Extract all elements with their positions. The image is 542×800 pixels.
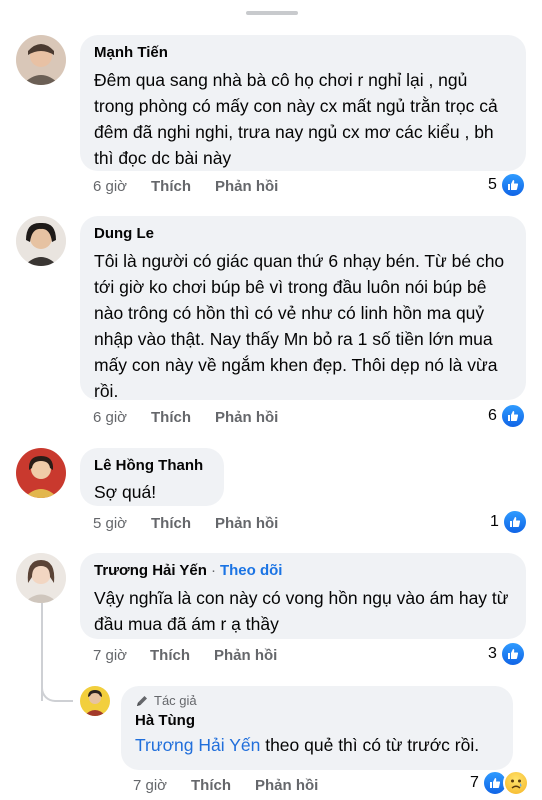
reply-button[interactable]: Phản hồi — [255, 776, 318, 796]
author-badge: Tác giả — [135, 693, 499, 709]
comment-author[interactable]: Mạnh Tiến — [94, 43, 512, 63]
comment-author[interactable]: Lê Hồng Thanh — [94, 456, 210, 476]
avatar[interactable] — [16, 216, 66, 266]
like-button[interactable]: Thích — [151, 177, 191, 197]
reply-button[interactable]: Phản hồi — [215, 514, 278, 534]
follow-button[interactable]: Theo dõi — [220, 562, 283, 579]
like-button[interactable]: Thích — [150, 646, 190, 666]
reply-text: Trương Hải Yến theo quẻ thì có từ trước … — [135, 732, 499, 758]
sad-icon — [502, 770, 529, 796]
avatar[interactable] — [80, 686, 110, 716]
author-badge-label: Tác giả — [154, 693, 197, 708]
reaction-summary[interactable]: 1 — [490, 509, 528, 535]
sheet-grabber[interactable] — [246, 11, 298, 15]
mention-link[interactable]: Trương Hải Yến — [135, 735, 260, 755]
like-icon — [499, 172, 526, 198]
comment-author[interactable]: Dung Le — [94, 224, 512, 244]
comment-author-row: Trương Hải Yến · Theo dõi — [94, 561, 512, 581]
like-button[interactable]: Thích — [151, 408, 191, 428]
reaction-count: 1 — [490, 513, 499, 530]
like-icon — [499, 403, 526, 429]
comment-bubble: Trương Hải Yến · Theo dõi Vậy nghĩa là con… — [80, 553, 526, 639]
avatar[interactable] — [16, 35, 66, 85]
comment-time[interactable]: 6 giờ — [93, 408, 127, 428]
reaction-summary[interactable]: 7 — [470, 770, 529, 796]
comment-bubble: Mạnh Tiến Đêm qua sang nhà bà cô họ chơi… — [80, 35, 526, 171]
reaction-count: 7 — [470, 774, 479, 791]
reply-button[interactable]: Phản hồi — [215, 408, 278, 428]
comment-text: Vậy nghĩa là con này có vong hồn ngụ vào… — [94, 588, 509, 634]
like-icon — [499, 641, 526, 667]
reaction-summary[interactable]: 5 — [488, 172, 526, 198]
reaction-count: 6 — [488, 407, 497, 424]
comment-bubble: Lê Hồng Thanh Sợ quá! — [80, 448, 224, 506]
reply-author[interactable]: Hà Tùng — [135, 711, 499, 731]
reaction-count: 5 — [488, 176, 497, 193]
comment-text: Sợ quá! — [94, 482, 157, 502]
comment-text: Đêm qua sang nhà bà cô họ chơi r nghỉ lạ… — [94, 70, 498, 168]
reply-body: theo quẻ thì có từ trước rồi. — [260, 735, 480, 755]
reply-button[interactable]: Phản hồi — [214, 646, 277, 666]
separator-dot: · — [210, 562, 216, 579]
thread-connector — [41, 668, 73, 702]
reply-time[interactable]: 7 giờ — [133, 776, 167, 796]
comment-bubble: Dung Le Tôi là người có giác quan thứ 6 … — [80, 216, 526, 401]
comment-time[interactable]: 5 giờ — [93, 514, 127, 534]
reply-bubble: Tác giả Hà Tùng Trương Hải Yến theo quẻ … — [121, 686, 513, 770]
reply-button[interactable]: Phản hồi — [215, 177, 278, 197]
pen-icon — [135, 694, 149, 708]
like-button[interactable]: Thích — [151, 514, 191, 534]
reaction-summary[interactable]: 3 — [488, 641, 526, 667]
comment-author[interactable]: Trương Hải Yến — [94, 562, 207, 579]
comment-time[interactable]: 6 giờ — [93, 177, 127, 197]
reaction-count: 3 — [488, 645, 497, 662]
avatar[interactable] — [16, 448, 66, 498]
comment-text: Tôi là người có giác quan thứ 6 nhạy bén… — [94, 251, 505, 401]
like-icon — [501, 509, 528, 535]
reaction-summary[interactable]: 6 — [488, 403, 526, 429]
avatar[interactable] — [16, 553, 66, 603]
comment-time[interactable]: 7 giờ — [93, 646, 127, 666]
like-button[interactable]: Thích — [191, 776, 231, 796]
